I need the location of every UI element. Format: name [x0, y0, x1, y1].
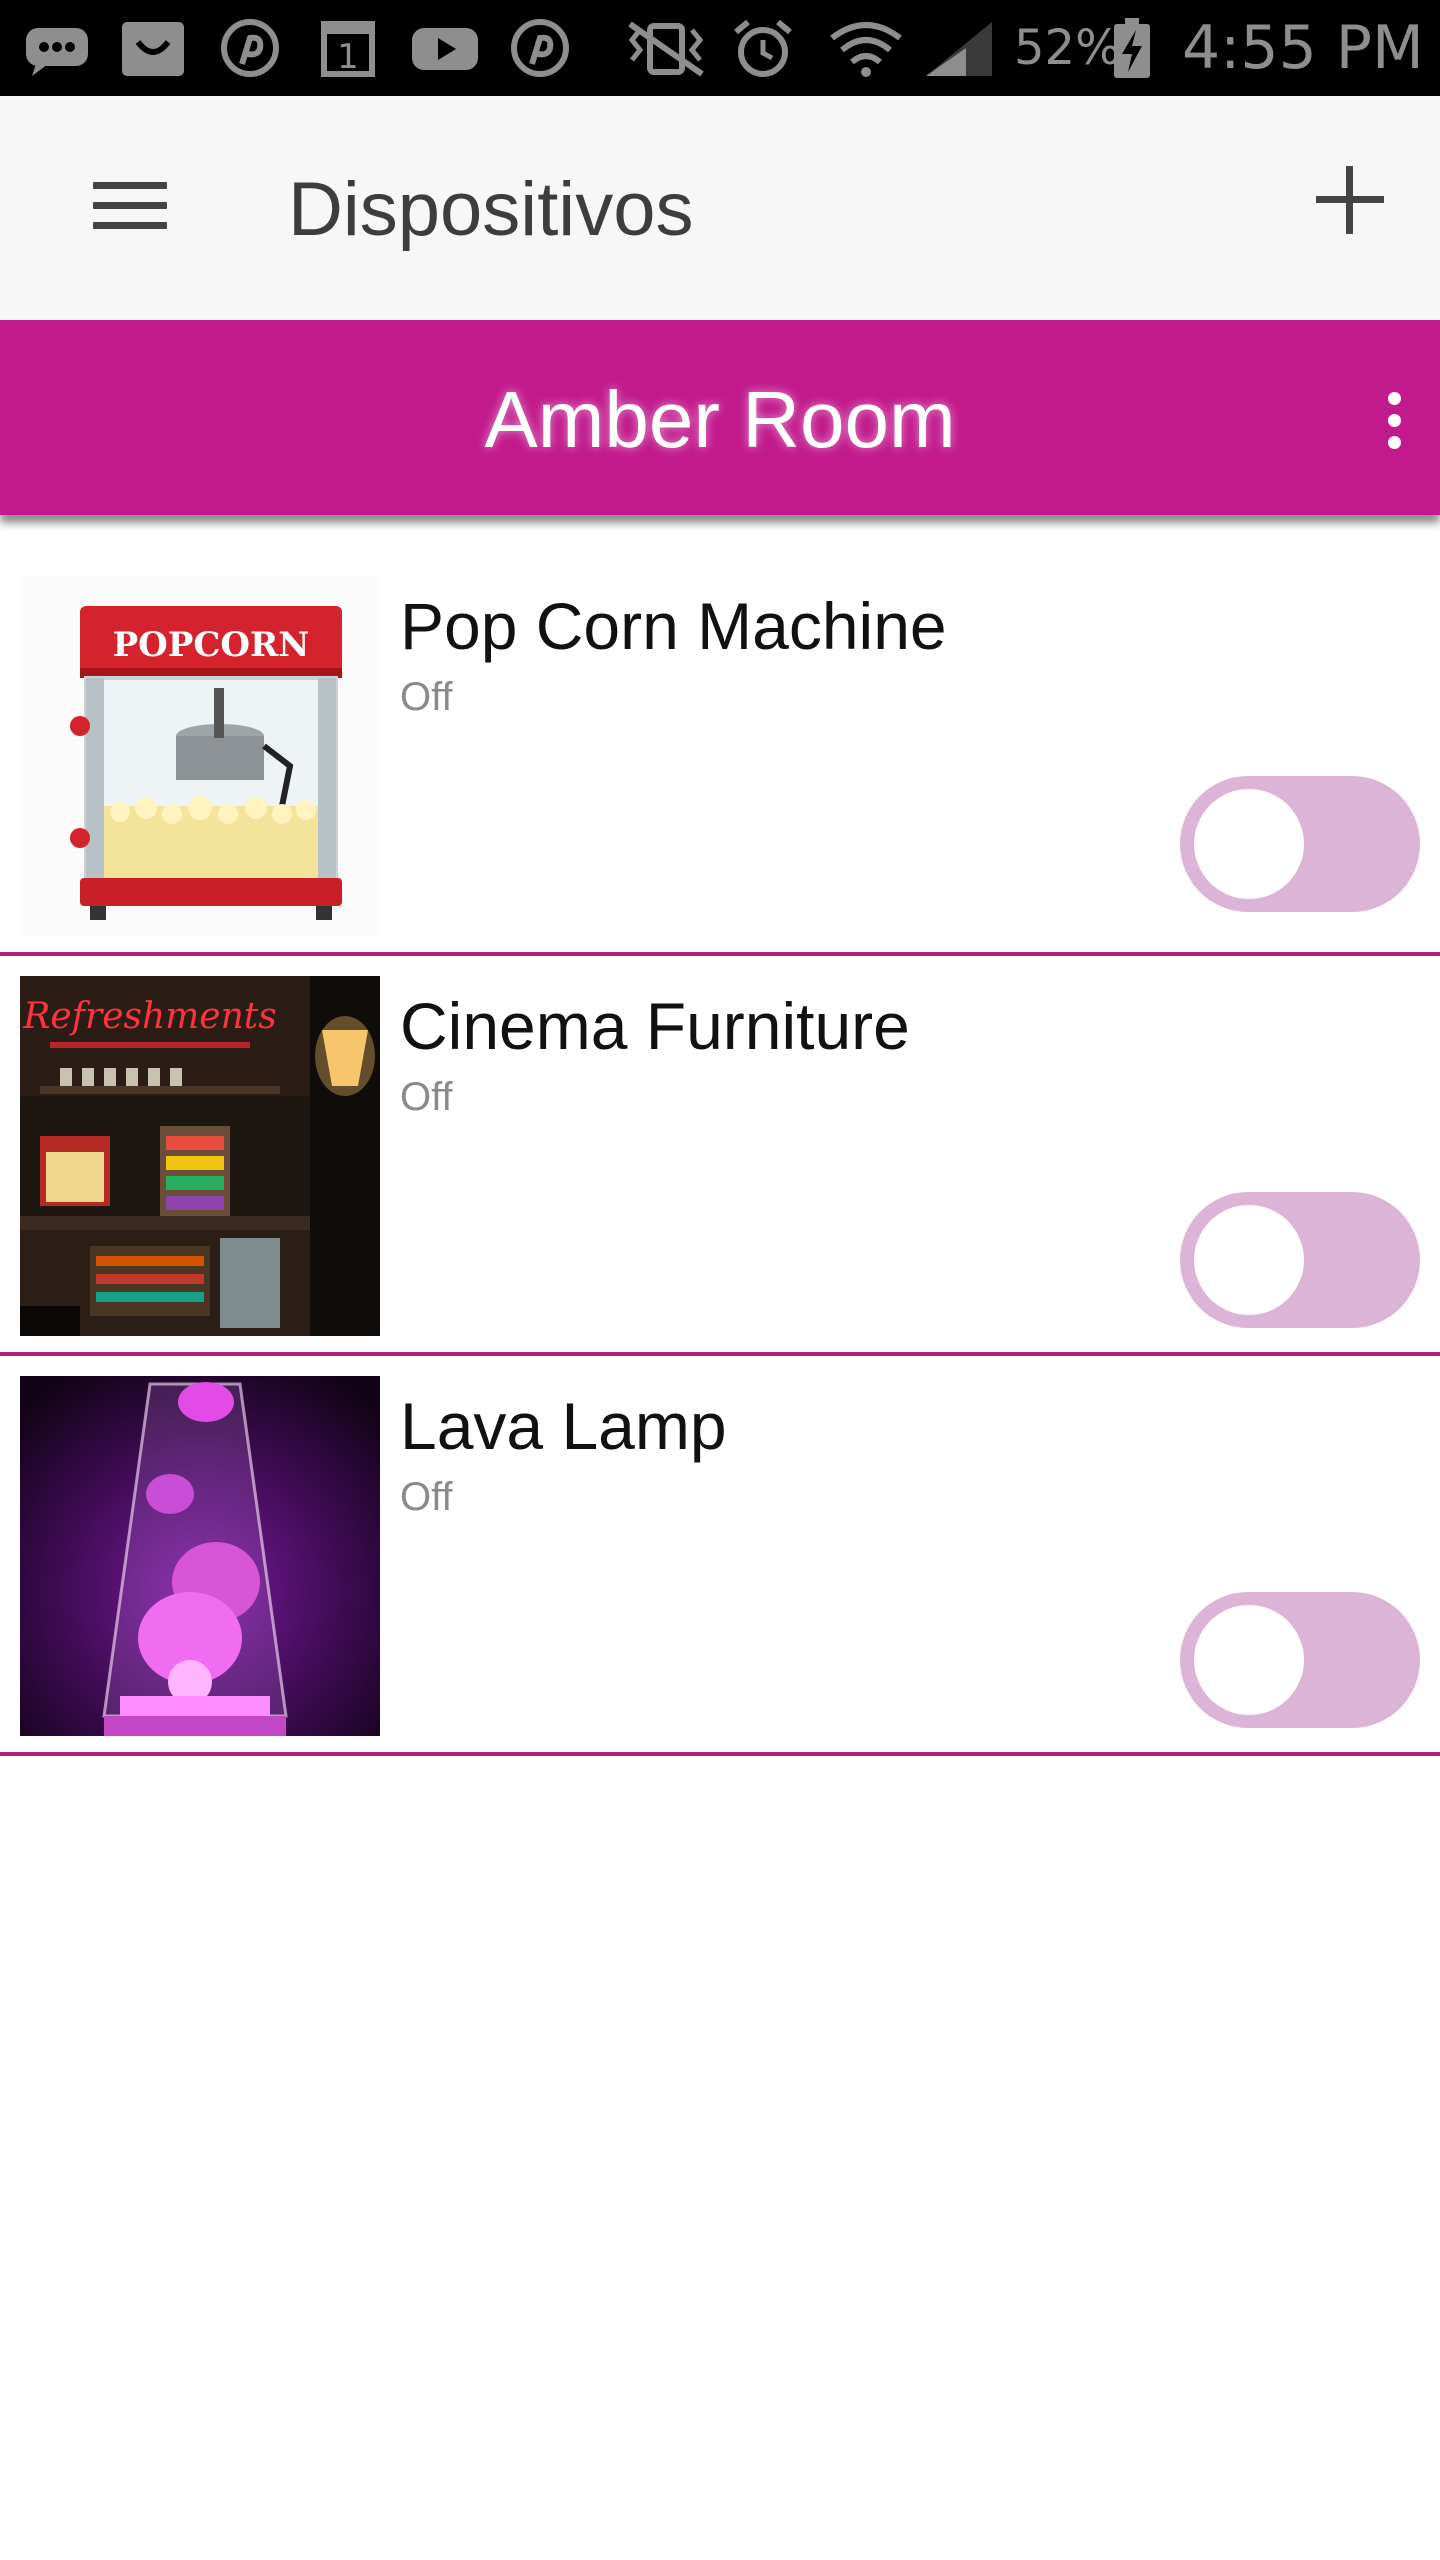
room-header: Amber Room — [0, 320, 1440, 515]
alarm-icon — [734, 19, 792, 77]
cellular-signal-icon — [926, 22, 992, 76]
device-name: Cinema Furniture — [400, 989, 910, 1063]
clock-text: 4:55 PM — [1182, 13, 1424, 83]
device-status: Off — [400, 1475, 453, 1519]
pinterest-icon — [221, 19, 279, 77]
pinterest-icon — [511, 19, 569, 77]
room-title: Amber Room — [484, 375, 956, 464]
status-bar: 1 52% 4:55 PM — [0, 0, 1440, 96]
device-name: Lava Lamp — [400, 1389, 727, 1463]
page-title: Dispositivos — [288, 167, 694, 252]
toggle-knob — [1194, 1205, 1304, 1315]
device-name: Pop Corn Machine — [400, 589, 947, 663]
device-row-popcorn-machine[interactable]: POPCORN Pop Corn Machine Off — [0, 556, 1440, 956]
vibrate-mute-icon — [628, 21, 704, 77]
power-toggle[interactable] — [1180, 1192, 1420, 1328]
toggle-knob — [1194, 1605, 1304, 1715]
hamburger-menu-icon[interactable] — [80, 165, 180, 245]
app-bar — [0, 96, 1440, 320]
youtube-icon — [412, 28, 478, 70]
calendar-icon: 1 — [321, 21, 375, 77]
more-vertical-icon[interactable] — [1370, 380, 1418, 460]
battery-percent-text: 52% — [1014, 20, 1121, 76]
cinema-refreshment-bar-image: Refreshments — [20, 976, 380, 1336]
wifi-icon — [830, 22, 902, 77]
device-row-cinema-furniture[interactable]: Refreshments Cinema Furniture Off — [0, 956, 1440, 1356]
power-toggle[interactable] — [1180, 1592, 1420, 1728]
popcorn-sign-text: POPCORN — [113, 625, 310, 665]
device-status: Off — [400, 675, 453, 719]
chat-icon — [26, 28, 88, 76]
device-status: Off — [400, 1075, 453, 1119]
popcorn-machine-image: POPCORN — [20, 576, 380, 936]
toggle-knob — [1194, 789, 1304, 899]
calendar-day-text: 1 — [337, 37, 359, 77]
lava-lamp-image — [20, 1376, 380, 1736]
power-toggle[interactable] — [1180, 776, 1420, 912]
shopping-bag-icon — [122, 22, 184, 76]
device-row-lava-lamp[interactable]: Lava Lamp Off — [0, 1356, 1440, 1756]
plus-icon[interactable] — [1310, 160, 1390, 240]
battery-charging-icon — [1114, 18, 1150, 78]
refreshments-neon-text: Refreshments — [22, 996, 276, 1037]
